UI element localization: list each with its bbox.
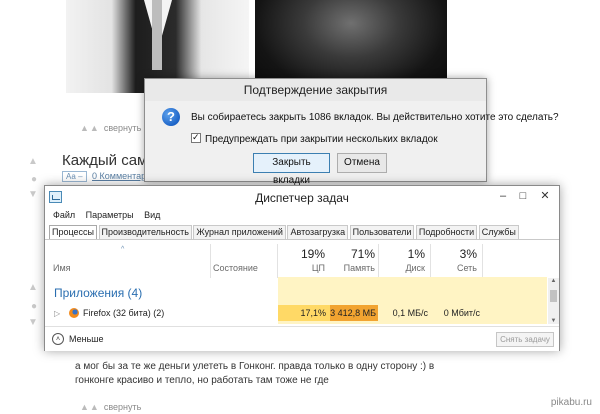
cancel-button[interactable]: Отмена	[337, 153, 387, 173]
firefox-icon	[69, 308, 79, 318]
column-separator	[482, 244, 483, 278]
menu-bar: Файл Параметры Вид	[45, 210, 160, 224]
collapse-link-top[interactable]: ▲▲ свернуть	[80, 123, 141, 133]
tab-performance[interactable]: Производительность	[98, 225, 192, 239]
dialog-message: Вы собираетесь закрыть 1086 вкладок. Вы …	[191, 112, 559, 123]
column-name-header[interactable]: Имя	[53, 263, 71, 273]
process-name[interactable]: Firefox (32 бита) (2)	[83, 308, 164, 318]
tab-startup[interactable]: Автозагрузка	[287, 225, 349, 239]
apps-group-header[interactable]: Приложения (4)	[54, 286, 142, 300]
task-manager-titlebar[interactable]: Диспетчер задач – □ ✕	[45, 186, 559, 209]
column-cpu-header[interactable]: ЦП	[285, 263, 325, 273]
question-icon: ?	[162, 108, 180, 126]
comment-text: а мог бы за те же деньги улететь в Гонко…	[75, 361, 435, 386]
collapse-arrows-icon: ▲▲	[80, 402, 100, 412]
tab-bar: Процессы Производительность Журнал прило…	[49, 225, 519, 239]
process-cpu: 17,1%	[300, 308, 326, 318]
rating-dot-icon: ●	[31, 174, 38, 185]
process-disk: 0,1 МБ/с	[392, 308, 428, 318]
process-list-scrollbar[interactable]: ▲ ▼	[548, 278, 559, 324]
disk-percent[interactable]: 1%	[385, 247, 425, 261]
post-title[interactable]: Каждый сам	[62, 152, 147, 169]
site-watermark: pikabu.ru	[550, 397, 592, 408]
rating-dot-icon-2: ●	[31, 301, 38, 312]
checkbox-checked-icon[interactable]	[191, 132, 201, 143]
column-status-header[interactable]: Состояние	[213, 263, 258, 273]
end-task-button[interactable]: Снять задачу	[496, 332, 554, 347]
column-separator	[378, 244, 379, 278]
network-percent[interactable]: 3%	[437, 247, 477, 261]
expand-chevron-icon[interactable]: ▷	[54, 309, 60, 318]
photo-tie	[152, 0, 162, 70]
sort-ascending-icon: ^	[121, 246, 125, 253]
task-manager-window: Диспетчер задач – □ ✕ Файл Параметры Вид…	[44, 185, 560, 351]
tab-users[interactable]: Пользователи	[349, 225, 415, 239]
upvote-icon[interactable]: ▲	[28, 157, 38, 167]
column-memory-header[interactable]: Память	[330, 263, 375, 273]
column-separator	[210, 244, 211, 278]
cpu-percent[interactable]: 19%	[285, 247, 325, 261]
column-separator	[430, 244, 431, 278]
network-heat-column	[483, 277, 547, 324]
downvote-icon-2[interactable]: ▼	[28, 318, 38, 328]
close-tabs-button[interactable]: Закрыть вкладки	[253, 153, 330, 186]
collapse-arrows-icon: ▲▲	[80, 123, 100, 133]
scroll-up-icon[interactable]: ▲	[548, 278, 559, 284]
scroll-thumb[interactable]	[550, 290, 557, 302]
menu-view[interactable]: Вид	[144, 210, 160, 220]
tab-services[interactable]: Службы	[478, 225, 519, 239]
column-disk-header[interactable]: Диск	[385, 263, 425, 273]
tab-app-history[interactable]: Журнал приложений	[193, 225, 286, 239]
fewer-details-link[interactable]: Меньше	[69, 334, 104, 344]
comments-link[interactable]: 0 Комментар	[92, 171, 146, 181]
tab-details[interactable]: Подробности	[415, 225, 478, 239]
tabs-divider	[45, 239, 559, 240]
close-confirmation-dialog: Подтверждение закрытия ? Вы собираетесь …	[144, 78, 559, 186]
downvote-icon[interactable]: ▼	[28, 190, 38, 200]
menu-file[interactable]: Файл	[53, 210, 75, 220]
column-network-header[interactable]: Сеть	[437, 263, 477, 273]
task-manager-footer: ˄ Меньше Снять задачу	[45, 326, 559, 351]
column-separator	[277, 244, 278, 278]
font-size-badge[interactable]: Аа –	[62, 171, 87, 182]
window-title: Диспетчер задач	[255, 191, 349, 205]
upvote-icon-2[interactable]: ▲	[28, 283, 38, 293]
maximize-icon[interactable]: □	[513, 188, 533, 204]
close-icon[interactable]: ✕	[535, 188, 555, 204]
menu-options[interactable]: Параметры	[86, 210, 134, 220]
scroll-down-icon[interactable]: ▼	[548, 318, 559, 324]
dialog-title: Подтверждение закрытия	[145, 79, 486, 101]
memory-percent[interactable]: 71%	[330, 247, 375, 261]
warn-on-close-checkbox[interactable]: Предупреждать при закрытии нескольких вк…	[191, 132, 438, 145]
tab-processes[interactable]: Процессы	[49, 225, 98, 239]
chevron-up-icon[interactable]: ˄	[52, 333, 64, 345]
minimize-icon[interactable]: –	[493, 188, 513, 204]
process-network: 0 Мбит/с	[443, 308, 480, 318]
process-memory: 3 412,8 МБ	[330, 308, 376, 318]
collapse-link-bottom[interactable]: ▲▲ свернуть	[80, 402, 141, 412]
